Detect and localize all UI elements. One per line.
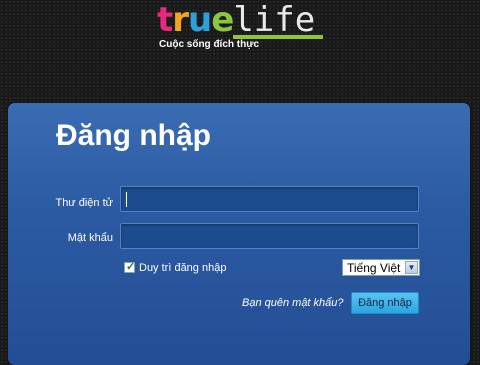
logo-tagline: Cuộc sống đích thực: [159, 39, 260, 50]
email-label: Thư điện tử: [55, 197, 113, 209]
checkmark-icon: ✓: [126, 261, 136, 273]
logo-letter-u: u: [188, 0, 212, 40]
language-selected: Tiếng Việt: [347, 261, 401, 275]
logo-letter-e: e: [211, 0, 234, 40]
page-title: Đăng nhập: [56, 119, 211, 152]
password-label: Mật khẩu: [67, 232, 113, 244]
password-field[interactable]: [120, 223, 419, 249]
logo-letter-r: r: [172, 0, 189, 40]
remember-label: Duy trì đăng nhập: [139, 262, 227, 274]
truelife-logo: truelife Cuộc sống đích thực: [157, 2, 327, 50]
logo-letter-t: t: [157, 0, 173, 40]
chevron-down-icon[interactable]: ▼: [405, 261, 418, 274]
login-button[interactable]: Đăng nhập: [351, 292, 419, 314]
logo-wordmark: truelife: [157, 2, 315, 38]
text-caret: [126, 192, 127, 207]
forgot-password-link[interactable]: Bạn quên mật khẩu?: [242, 297, 344, 309]
remember-checkbox[interactable]: ✓: [124, 261, 136, 273]
logo-life: life: [233, 0, 316, 40]
logo-true: true: [157, 0, 234, 40]
email-field[interactable]: [120, 186, 419, 212]
language-select[interactable]: Tiếng Việt ▼: [342, 259, 420, 276]
